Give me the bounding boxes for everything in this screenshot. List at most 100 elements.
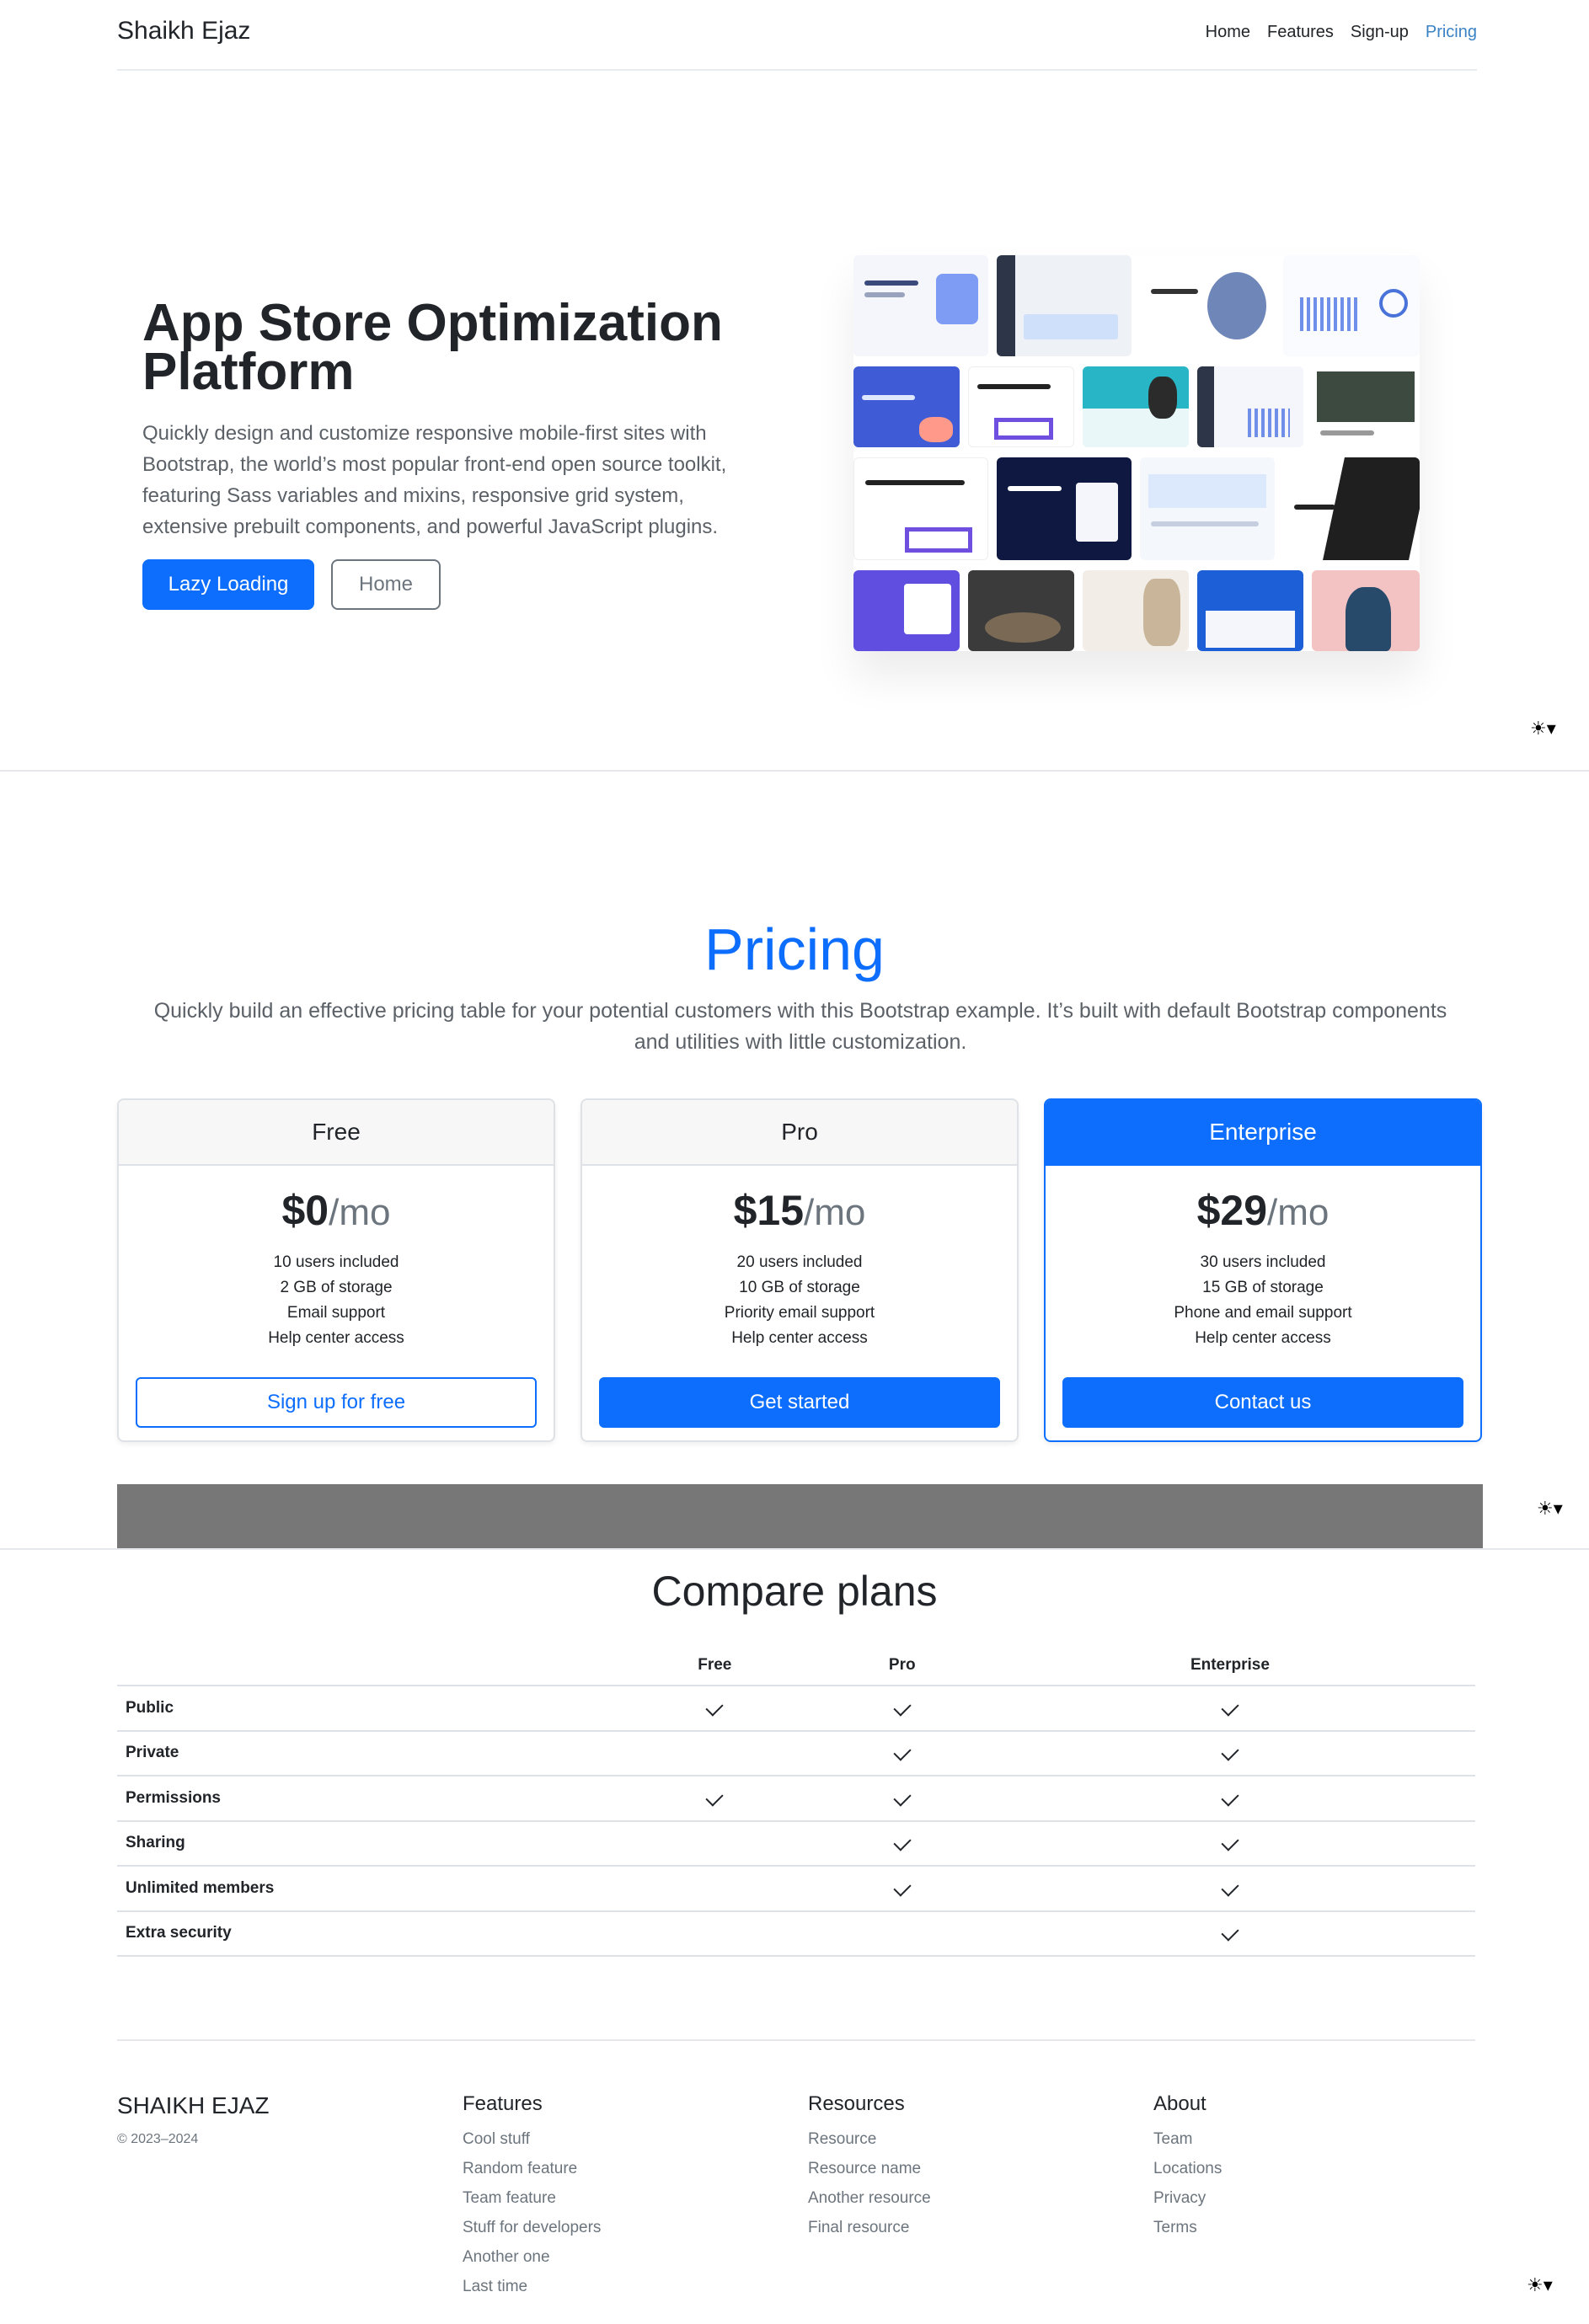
table-cell [610,1866,820,1912]
plan-name: Pro [582,1100,1017,1166]
footer-brand: SHAIKH EJAZ [117,2092,270,2118]
pricing-card-enterprise: Enterprise $29/mo 30 users included 15 G… [1044,1098,1482,1442]
plan-name: Free [119,1100,554,1166]
footer-link[interactable]: Another resource [808,2183,931,2213]
footer-link[interactable]: Resource name [808,2154,931,2183]
feature-label: Unlimited members [117,1866,610,1912]
hero-title: App Store Optimization Platform [142,294,723,401]
get-started-button[interactable]: Get started [599,1377,1000,1428]
footer-link[interactable]: Team feature [463,2183,601,2213]
table-cell [984,1820,1475,1867]
home-button[interactable]: Home [331,559,441,610]
footer-divider [117,2039,1475,2041]
plan-feature: 15 GB of storage [1202,1279,1324,1296]
pricing-card-free: Free $0/mo 10 users included 2 GB of sto… [117,1098,555,1442]
section-divider [0,1548,1589,1550]
table-row: Permissions [117,1776,1475,1822]
footer-link[interactable]: Final resource [808,2213,931,2242]
theme-toggle-pricing[interactable]: ☀▾ [1537,1498,1563,1520]
collage-tile [853,457,988,560]
plan-price: $29/mo [1196,1187,1330,1234]
check-icon [705,1698,724,1717]
sign-up-for-free-button[interactable]: Sign up for free [136,1377,537,1428]
nav-link-sign-up[interactable]: Sign-up [1351,23,1409,42]
plan-name: Enterprise [1046,1100,1480,1166]
table-cell [610,1730,820,1776]
feature-label: Public [117,1686,610,1732]
collage-tile [997,457,1132,560]
brand-logo[interactable]: Shaikh Ejaz [117,17,250,45]
footer-link[interactable]: Resource [808,2124,931,2154]
table-header: Pro [819,1645,985,1686]
collage-tile [853,366,960,447]
footer-link[interactable]: Team [1153,2124,1222,2154]
table-cell [819,1866,985,1912]
footer-link[interactable]: Locations [1153,2154,1222,2183]
compare-title: Compare plans [651,1568,938,1615]
footer-link[interactable]: Stuff for developers [463,2213,601,2242]
check-icon [1221,1833,1239,1851]
lazy-loading-button[interactable]: Lazy Loading [142,559,314,610]
nav-link-pricing[interactable]: Pricing [1426,23,1477,42]
collage-tile [1283,255,1420,356]
pricing-text: Quickly build an effective pricing table… [153,999,1447,1054]
nav-link-features[interactable]: Features [1267,23,1334,42]
collage-tile [1197,366,1303,447]
collage-tile [968,366,1074,447]
table-cell [610,1820,820,1867]
table-row: Private [117,1730,1475,1776]
table-header-empty [117,1645,610,1686]
theme-toggle-hero[interactable]: ☀▾ [1530,718,1556,740]
nav-link-home[interactable]: Home [1206,23,1250,42]
plan-feature: Help center access [1195,1329,1331,1347]
collage-tile [1140,255,1275,356]
collage-tile [997,255,1132,356]
theme-toggle-footer[interactable]: ☀▾ [1527,2274,1553,2296]
check-icon [705,1788,724,1807]
table-cell [819,1730,985,1776]
table-cell [610,1686,820,1732]
collage-tile [1312,570,1420,651]
section-divider [0,770,1589,772]
nav-links: Home Features Sign-up Pricing [1206,23,1477,42]
collage-tile [1083,570,1189,651]
plan-features: 20 users included 10 GB of storage Prior… [582,1250,1017,1351]
table-cell [984,1776,1475,1822]
footer-link[interactable]: Cool stuff [463,2124,601,2154]
plan-feature: 30 users included [1200,1253,1326,1271]
collage-tile [1312,366,1420,447]
table-row: Sharing [117,1820,1475,1867]
table-row: Extra security [117,1910,1475,1957]
footer-link[interactable]: Last time [463,2272,601,2301]
footer-column-features: Features Cool stuff Random feature Team … [463,2092,601,2301]
table-header-row: Free Pro Enterprise [117,1645,1475,1686]
footer-column-about: About Team Locations Privacy Terms [1153,2092,1222,2242]
table-cell [610,1910,820,1957]
table-row: Unlimited members [117,1866,1475,1912]
plan-price: $15/mo [733,1187,866,1234]
table-cell [819,1686,985,1732]
feature-label: Sharing [117,1820,610,1867]
plan-feature: Help center access [268,1329,404,1347]
plan-feature: Phone and email support [1174,1304,1352,1322]
footer-copyright: © 2023–2024 [117,2132,199,2146]
plan-features: 30 users included 15 GB of storage Phone… [1046,1250,1480,1351]
collage-tile [853,570,960,651]
gray-placeholder-block [117,1484,1483,1548]
table-header: Free [610,1645,820,1686]
plan-feature: 20 users included [736,1253,863,1271]
plan-feature: 2 GB of storage [280,1279,393,1296]
table-row: Public [117,1686,1475,1732]
footer-link[interactable]: Random feature [463,2154,601,2183]
table-cell [819,1910,985,1957]
plan-feature: Priority email support [724,1304,875,1322]
plan-feature: Help center access [731,1329,868,1347]
collage-tile [1283,457,1420,560]
table-cell [819,1820,985,1867]
footer-link[interactable]: Terms [1153,2213,1222,2242]
plan-price: $0/mo [281,1187,391,1234]
footer-link[interactable]: Another one [463,2242,601,2272]
footer-link[interactable]: Privacy [1153,2183,1222,2213]
contact-us-button[interactable]: Contact us [1062,1377,1463,1428]
collage-tile [853,255,988,356]
